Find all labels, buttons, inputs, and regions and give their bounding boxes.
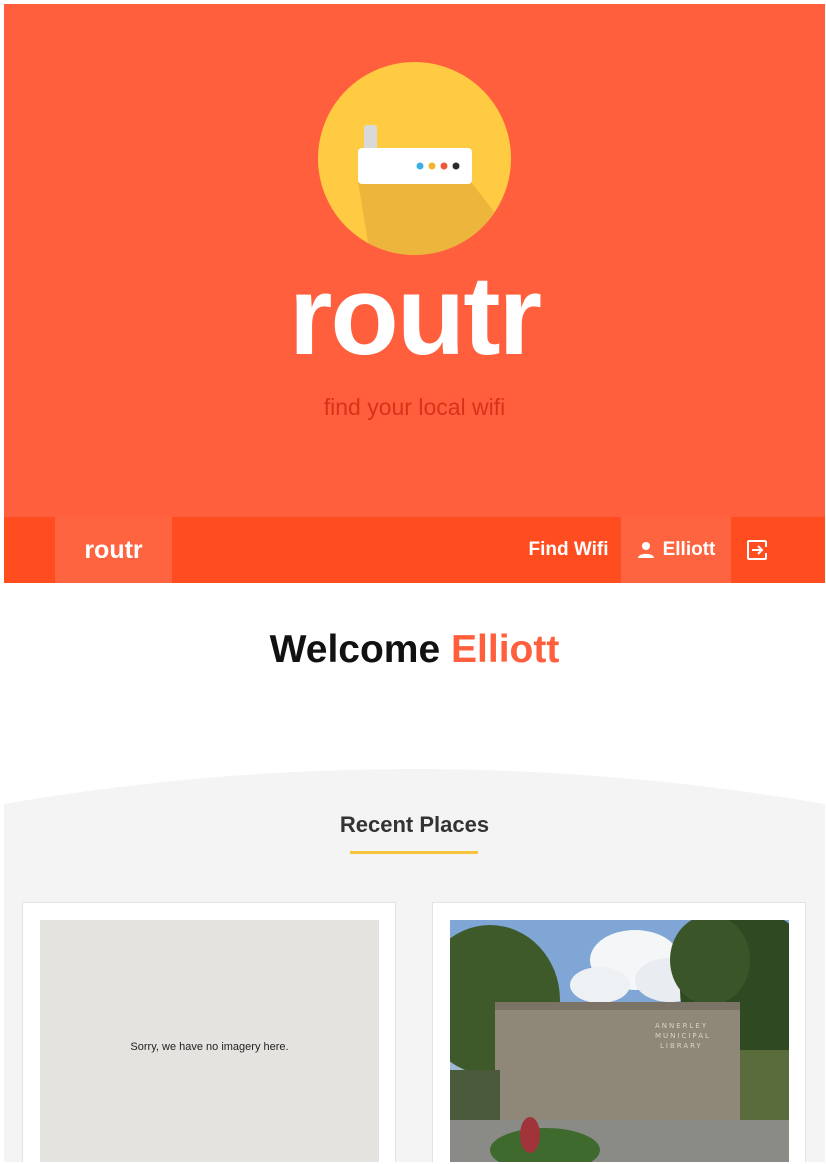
place-card[interactable]: Sorry, we have no imagery here. bbox=[22, 902, 396, 1162]
navbar: routr Find Wifi Elliott bbox=[4, 517, 825, 583]
person-icon bbox=[637, 542, 654, 558]
svg-text:LIBRARY: LIBRARY bbox=[660, 1042, 703, 1050]
place-card[interactable]: ANNERLEY MUNICIPAL LIBRARY bbox=[432, 902, 806, 1162]
hero-banner: routr find your local wifi bbox=[4, 4, 825, 517]
user-profile-link[interactable]: Elliott bbox=[621, 517, 731, 583]
app-frame: routr find your local wifi routr Find Wi… bbox=[4, 4, 825, 1162]
place-image-placeholder: Sorry, we have no imagery here. bbox=[40, 920, 379, 1162]
find-wifi-link[interactable]: Find Wifi bbox=[516, 517, 621, 583]
recent-places-section: Recent Places Sorry, we have no imagery … bbox=[4, 764, 825, 1162]
welcome-user-name: Elliott bbox=[451, 628, 560, 671]
welcome-heading: Welcome Elliott bbox=[4, 630, 825, 669]
svg-text:MUNICIPAL: MUNICIPAL bbox=[655, 1032, 711, 1040]
logout-icon bbox=[747, 540, 767, 560]
user-name-label: Elliott bbox=[662, 539, 716, 560]
router-logo-icon bbox=[318, 62, 511, 255]
hero-brand-title: routr bbox=[288, 253, 542, 378]
svg-text:ANNERLEY: ANNERLEY bbox=[655, 1022, 708, 1030]
no-imagery-message: Sorry, we have no imagery here. bbox=[130, 1041, 289, 1053]
nav-brand-link[interactable]: routr bbox=[55, 517, 172, 583]
hero-tagline: find your local wifi bbox=[323, 394, 506, 420]
logout-button[interactable] bbox=[731, 517, 783, 583]
heading-underline bbox=[350, 851, 478, 854]
recent-places-heading: Recent Places bbox=[339, 812, 490, 837]
welcome-prefix: Welcome bbox=[269, 628, 441, 671]
place-street-view-image: ANNERLEY MUNICIPAL LIBRARY bbox=[450, 920, 789, 1162]
